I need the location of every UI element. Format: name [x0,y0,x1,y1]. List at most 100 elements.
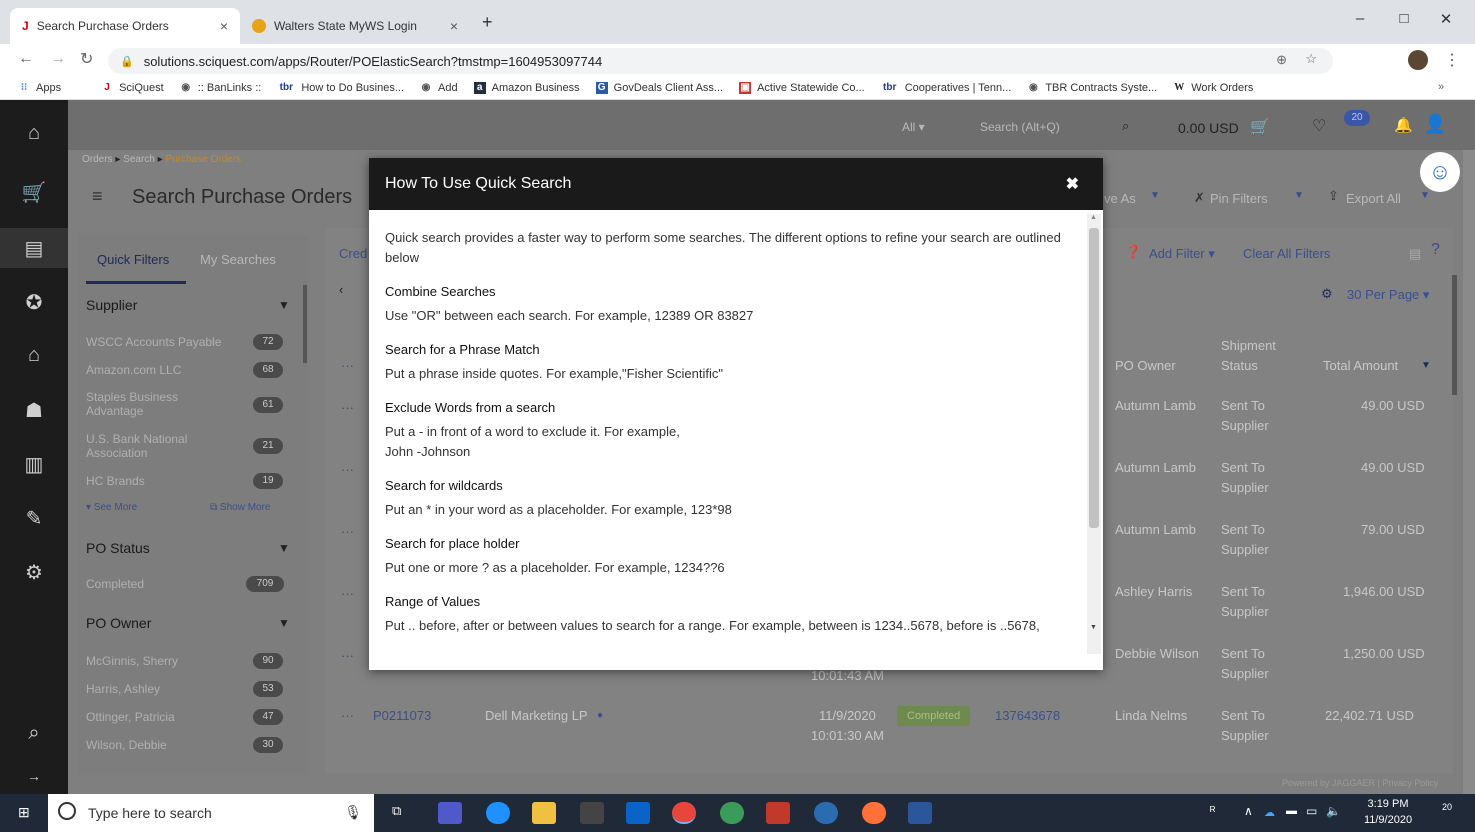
save-as-button[interactable]: ve As [1104,191,1136,206]
assistant-chat-icon[interactable]: ☺ [1420,152,1460,192]
print-icon[interactable]: ▤ [1409,244,1421,264]
column-header-total-amount[interactable]: Total Amount [1323,356,1398,376]
acrobat-icon[interactable] [766,802,790,824]
close-window-button[interactable]: ✕ [1426,10,1466,28]
footer-text[interactable]: Powered by JAGGAER | Privacy Policy [1282,778,1438,788]
search-icon[interactable]: ⌕ [1122,118,1129,134]
filter-item[interactable]: Amazon.com LLC [86,363,246,377]
clock-date[interactable]: 11/9/2020 [1360,814,1416,826]
filter-item[interactable]: Completed [86,577,144,591]
network-icon[interactable]: ▬ [1286,805,1297,817]
teams-icon[interactable] [438,802,462,824]
suppliers-icon[interactable]: ☗ [0,398,68,423]
chat-app-icon[interactable] [814,802,838,824]
back-arrow-icon[interactable]: ← [18,50,34,68]
maximize-button[interactable]: □ [1384,10,1424,27]
scroll-up-icon[interactable]: ▲ [1090,214,1097,221]
filter-panel-scrollbar[interactable] [303,285,307,363]
tab-quick-filters[interactable]: Quick Filters [97,252,169,267]
contracts-icon[interactable]: ✎ [0,506,68,531]
help-icon[interactable]: ? [1431,240,1440,260]
firefox-icon[interactable] [862,802,886,824]
filter-item[interactable]: Harris, Ashley [86,682,160,696]
per-page-select[interactable]: 30 Per Page ▾ [1347,285,1429,305]
display-icon[interactable]: ▭ [1306,804,1317,818]
orders-icon[interactable]: ▤ [0,228,68,268]
globe-app-icon[interactable] [720,802,744,824]
task-view-icon[interactable]: ⧉ [392,803,401,819]
word-icon[interactable] [908,802,932,824]
created-column-tab[interactable]: Cred [339,244,367,264]
export-all-button[interactable]: Export All [1346,191,1401,206]
chevron-down-icon[interactable]: ▼ [1420,190,1430,201]
column-header-shipment-status[interactable]: Shipment Status [1221,336,1291,376]
cart-icon[interactable]: 🛒 [1250,117,1270,137]
hamburger-menu-icon[interactable]: ≡ [92,186,103,207]
bookmark-apps[interactable]: ⁝⁝ Apps [18,82,61,94]
reload-icon[interactable]: ↻ [80,49,93,69]
bookmark-cooperatives[interactable]: tbr Cooperatives | Tenn... [881,82,1011,94]
column-header-po-owner[interactable]: PO Owner [1115,356,1176,376]
forward-arrow-icon[interactable]: → [50,50,66,68]
home-icon[interactable]: ⌂ [0,122,68,145]
help-circle-icon[interactable]: ❓ [1125,242,1141,262]
po-number-link[interactable]: P0211073 [373,706,431,726]
cart-total[interactable]: 0.00 USD [1178,120,1239,136]
settings-gear-icon[interactable]: ⚙ [1321,284,1333,304]
tab-search-purchase-orders[interactable]: J Search Purchase Orders × [10,8,240,44]
tab-walters-state[interactable]: Walters State MyWS Login × [240,8,470,44]
clock-time[interactable]: 3:19 PM [1360,798,1416,810]
filter-item[interactable]: HC Brands [86,474,246,488]
bookmark-sciquest[interactable]: J SciQuest [101,82,163,94]
bookmark-tbr-contracts[interactable]: ◉ TBR Contracts Syste... [1027,82,1157,94]
page-scrollbar[interactable] [1452,275,1457,395]
cart-icon[interactable]: 🛒 [0,180,68,205]
star-icon[interactable]: ☆ [1305,51,1317,67]
new-tab-button[interactable]: + [482,12,493,33]
filter-item[interactable]: Ottinger, Patricia [86,710,175,724]
action-center-icon[interactable]: 20 [1432,802,1452,822]
modal-scrollbar[interactable]: ▲ ▼ [1087,214,1101,654]
volume-icon[interactable]: 🔈 [1326,804,1341,818]
pin-filters-button[interactable]: Pin Filters [1210,191,1268,206]
search-icon[interactable]: ⌕ [0,722,68,745]
bookmarks-overflow-icon[interactable]: » [1438,81,1444,93]
chevron-down-icon[interactable]: ▼ [1294,190,1304,201]
bell-icon[interactable]: 🔔 [1394,116,1413,134]
expand-arrow-icon[interactable]: → [0,768,68,784]
po-owner-filter-title[interactable]: PO Owner [86,615,151,631]
scrollbar-thumb[interactable] [1089,228,1099,528]
file-explorer-icon[interactable] [532,802,556,824]
global-search-input[interactable]: Search (Alt+Q) [980,120,1060,134]
row-actions-icon[interactable]: ··· [341,398,354,418]
windows-start-icon[interactable]: ⊞ [18,804,30,821]
breadcrumb-orders[interactable]: Orders [82,154,113,165]
chrome-icon[interactable] [672,802,696,824]
microphone-icon[interactable]: 🎙 [344,804,362,821]
row-actions-icon[interactable]: ··· [341,460,354,480]
supplier-filter-title[interactable]: Supplier [86,297,137,313]
minimize-button[interactable]: – [1340,10,1380,27]
reports-icon[interactable]: ▥ [0,452,68,477]
row-actions-icon[interactable]: ··· [341,522,354,542]
edge-icon[interactable] [486,802,510,824]
bookmark-work-orders[interactable]: W Work Orders [1173,82,1253,94]
tray-chevron-icon[interactable]: ∧ [1244,804,1253,818]
chevron-left-icon[interactable]: ‹ [339,280,343,300]
filter-item[interactable]: McGinnis, Sherry [86,654,178,668]
menu-dots-icon[interactable]: ⋮ [1444,50,1460,70]
notification-badge[interactable]: 20 [1344,110,1370,126]
clear-all-filters-button[interactable]: Clear All Filters [1243,244,1330,264]
taskbar-search-input[interactable]: Type here to search 🎙 [48,794,374,832]
chevron-down-icon[interactable]: ▼ [278,298,290,312]
store-icon[interactable] [580,802,604,824]
onedrive-icon[interactable]: ☁ [1264,806,1275,819]
see-more-link[interactable]: ▾ See More [86,502,137,513]
profile-avatar[interactable] [1408,50,1428,70]
chevron-down-icon[interactable]: ▼ [278,616,290,630]
search-scope-select[interactable]: All ▾ [902,120,925,134]
bookmark-active-statewide[interactable]: ▣ Active Statewide Co... [739,81,865,94]
filter-item[interactable]: Wilson, Debbie [86,738,167,752]
add-filter-button[interactable]: Add Filter ▾ [1149,244,1215,264]
zoom-icon[interactable]: ⊕ [1276,52,1287,68]
